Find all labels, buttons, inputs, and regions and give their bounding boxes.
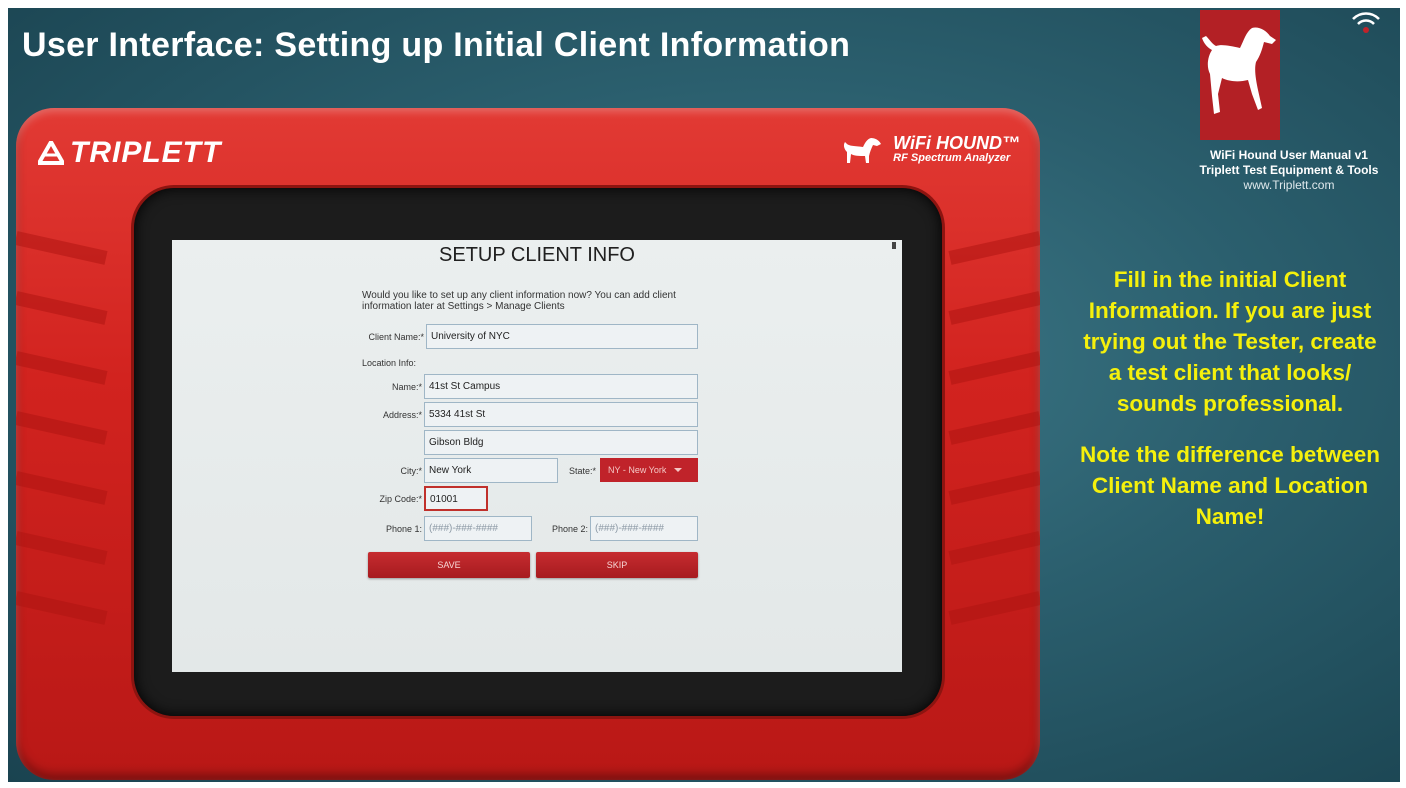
manual-title: WiFi Hound User Manual v1	[1210, 148, 1368, 162]
device-product: WiFi HOUND™ RF Spectrum Analyzer	[843, 134, 1020, 164]
device-tablet: TRIPLETT WiFi HOUND™ RF Spectrum Analyze…	[16, 108, 1040, 780]
phone1-input[interactable]: (###)-###-####	[424, 516, 532, 541]
location-name-label: Name:*	[391, 382, 422, 392]
hound-icon	[844, 138, 882, 163]
zip-label: Zip Code:*	[379, 494, 422, 504]
phone1-label: Phone 1:	[385, 524, 422, 534]
state-select[interactable]: NY - New York	[600, 458, 698, 482]
left-grip	[16, 231, 108, 625]
phone2-label: Phone 2:	[551, 524, 588, 534]
skip-button[interactable]: SKIP	[536, 552, 698, 578]
city-label: City:*	[400, 466, 422, 476]
screen-title: SETUP CLIENT INFO	[439, 244, 635, 266]
save-button[interactable]: SAVE	[368, 552, 530, 578]
address-label: Address:*	[382, 410, 422, 420]
product-subtitle: RF Spectrum Analyzer	[893, 152, 1011, 164]
triplett-logo-icon	[38, 141, 64, 165]
side-note: Fill in the initial Client Information. …	[1074, 264, 1386, 532]
location-name-input[interactable]: 41st St Campus	[424, 374, 698, 399]
screen: SETUP CLIENT INFO Would you like to set …	[172, 240, 902, 672]
slide-title: User Interface: Setting up Initial Clien…	[22, 26, 851, 64]
location-info-label: Location Info:	[362, 358, 417, 368]
phone2-input[interactable]: (###)-###-####	[590, 516, 698, 541]
hound-logo	[1200, 10, 1280, 140]
right-grip	[948, 231, 1040, 625]
address-line1-input[interactable]: 5334 41st St	[424, 402, 698, 427]
note-paragraph-2: Note the difference between Client Name …	[1079, 442, 1381, 529]
state-select-value: NY - New York	[608, 465, 667, 475]
chevron-down-icon	[674, 468, 683, 472]
client-name-input[interactable]: University of NYC	[426, 324, 698, 349]
client-name-label: Client Name:*	[368, 332, 424, 342]
manual-info: WiFi Hound User Manual v1 Triplett Test …	[1178, 148, 1400, 193]
device-brand: TRIPLETT	[38, 136, 221, 170]
zip-input[interactable]: 01001	[424, 486, 488, 511]
setup-prompt: Would you like to set up any client info…	[362, 290, 676, 312]
state-label: State:*	[568, 466, 596, 476]
brand-name: TRIPLETT	[70, 136, 222, 169]
note-paragraph-1: Fill in the initial Client Information. …	[1083, 267, 1377, 416]
manual-company: Triplett Test Equipment & Tools	[1199, 163, 1379, 177]
wifi-signal-icon	[1352, 12, 1380, 33]
product-name: WiFi HOUND™	[893, 133, 1020, 153]
manual-url: www.Triplett.com	[1243, 178, 1335, 192]
address-line2-input[interactable]: Gibson Bldg	[424, 430, 698, 455]
screen-bezel: SETUP CLIENT INFO Would you like to set …	[134, 188, 942, 716]
hound-icon	[1202, 27, 1276, 115]
slide: User Interface: Setting up Initial Clien…	[8, 8, 1400, 782]
city-input[interactable]: New York	[424, 458, 558, 483]
